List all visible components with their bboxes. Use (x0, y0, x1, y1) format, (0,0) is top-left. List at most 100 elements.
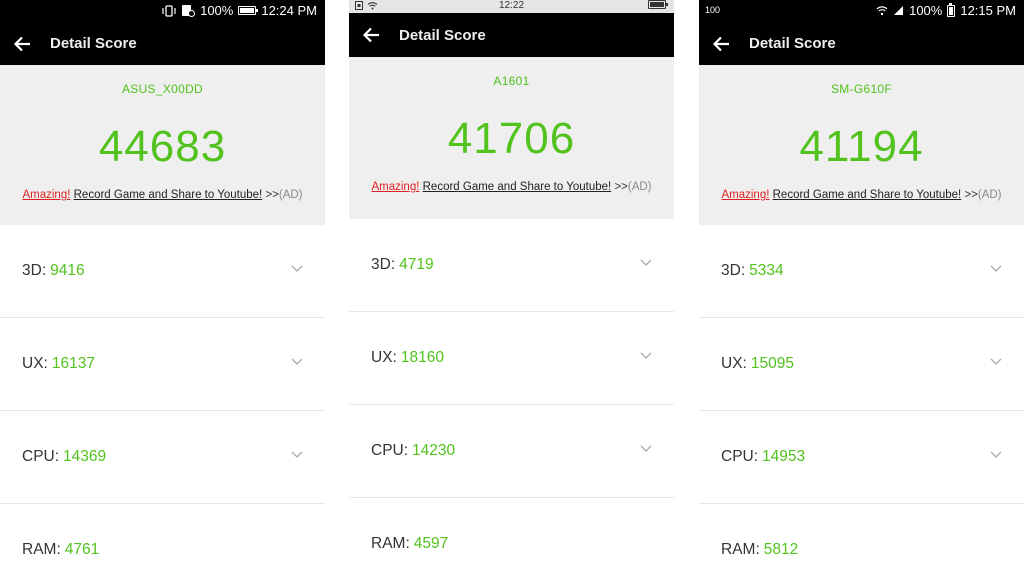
page-title: Detail Score (749, 35, 836, 52)
battery-icon (238, 6, 259, 15)
status-icons: 100% 12:24 PM (162, 3, 317, 18)
page-title: Detail Score (399, 26, 486, 44)
app-bar: Detail Score (699, 22, 1024, 65)
promo-link[interactable]: Record Game and Share to Youtube! (773, 189, 962, 201)
row-label: 3D: (721, 262, 746, 279)
score-row-cpu[interactable]: CPU: 14369 (0, 411, 325, 504)
row-label: CPU: (371, 442, 409, 459)
device-name: SM-G610F (830, 82, 893, 96)
chevron-down-icon[interactable] (291, 451, 303, 459)
row-value: 9416 (50, 262, 85, 279)
total-score: 44683 (98, 122, 227, 171)
chevron-down-icon[interactable] (291, 265, 303, 273)
ad-label: (AD) (627, 181, 652, 193)
row-value: 16137 (51, 355, 95, 372)
row-value: 14953 (762, 448, 806, 465)
app-bar: Detail Score (349, 13, 674, 57)
promo-amazing[interactable]: Amazing! (721, 189, 769, 201)
row-value: 4719 (399, 256, 434, 273)
score-row-3d[interactable]: 3D: 4719 (349, 219, 674, 312)
row-value: 18160 (400, 349, 444, 366)
score-row-ram[interactable]: RAM: 5812 (699, 504, 1024, 576)
promo-banner[interactable]: Amazing! Record Game and Share to Youtub… (349, 181, 674, 193)
battery-icon (947, 2, 956, 17)
promo-link[interactable]: Record Game and Share to Youtube! (74, 189, 263, 201)
promo-arrows: >> (265, 189, 279, 201)
total-score: 41706 (447, 114, 576, 163)
score-row-ram[interactable]: RAM: 4761 (0, 504, 325, 576)
app-bar: Detail Score (0, 22, 325, 65)
promo-amazing[interactable]: Amazing! (371, 181, 419, 193)
row-value: 4761 (64, 541, 100, 558)
score-row-ux[interactable]: UX: 15095 (699, 318, 1024, 411)
device-name: A1601 (493, 74, 530, 88)
page-title: Detail Score (50, 35, 137, 52)
chevron-down-icon[interactable] (990, 358, 1002, 366)
score-row-3d[interactable]: 3D: 9416 (0, 225, 325, 318)
clock: 12:15 PM (960, 3, 1016, 18)
row-value: 4597 (413, 535, 449, 552)
score-panel: A1601 41706 Amazing! Record Game and Sha… (349, 57, 674, 219)
device-name: ASUS_X00DD (121, 82, 204, 96)
clock: 12:24 PM (261, 3, 317, 18)
promo-banner[interactable]: Amazing! Record Game and Share to Youtub… (699, 189, 1024, 201)
row-value: 5334 (749, 262, 784, 279)
ad-label: (AD) (977, 189, 1002, 201)
promo-link[interactable]: Record Game and Share to Youtube! (423, 181, 612, 193)
chevron-down-icon[interactable] (640, 259, 652, 267)
score-row-cpu[interactable]: CPU: 14230 (349, 405, 674, 498)
phone-screen-samsung: 100 100% 12:15 PM Detail Score SM-G610F … (699, 0, 1024, 576)
battery-icon (648, 0, 668, 9)
signal-icon (894, 6, 904, 15)
phone-screen-asus: 100% 12:24 PM Detail Score ASUS_X00DD 44… (0, 0, 325, 576)
score-panel: SM-G610F 41194 Amazing! Record Game and … (699, 65, 1024, 225)
status-bar: 12:22 (349, 0, 674, 13)
score-row-ram[interactable]: RAM: 4597 (349, 498, 674, 576)
battery-saver-icon (182, 5, 196, 17)
back-arrow-icon[interactable] (0, 22, 44, 65)
row-value: 15095 (750, 355, 794, 372)
ad-label: (AD) (278, 189, 303, 201)
phone-screen-a1601: 12:22 Detail Score A1601 41706 Amazing! … (349, 0, 674, 576)
total-score: 41194 (799, 122, 924, 171)
back-arrow-icon[interactable] (349, 14, 393, 57)
vibrate-icon (162, 4, 176, 17)
row-label: RAM: (721, 541, 760, 558)
chevron-down-icon[interactable] (640, 445, 652, 453)
status-bar: 100 100% 12:15 PM (699, 0, 1024, 22)
battery-percent: 100% (200, 3, 234, 18)
row-label: UX: (371, 349, 397, 366)
row-value: 5812 (763, 541, 799, 558)
row-label: UX: (22, 355, 48, 372)
row-label: 3D: (371, 256, 396, 273)
chevron-down-icon[interactable] (291, 358, 303, 366)
back-arrow-icon[interactable] (699, 22, 743, 65)
promo-arrows: >> (614, 181, 628, 193)
row-value: 14230 (412, 442, 456, 459)
score-row-ux[interactable]: UX: 16137 (0, 318, 325, 411)
wifi-icon (876, 6, 888, 16)
clock: 12:22 (498, 0, 525, 11)
promo-banner[interactable]: Amazing! Record Game and Share to Youtub… (0, 189, 325, 201)
row-label: CPU: (721, 448, 759, 465)
row-value: 14369 (63, 448, 107, 465)
chevron-down-icon[interactable] (990, 265, 1002, 273)
score-row-cpu[interactable]: CPU: 14953 (699, 411, 1024, 504)
promo-arrows: >> (964, 189, 978, 201)
promo-amazing[interactable]: Amazing! (22, 189, 70, 201)
status-icons (648, 0, 668, 9)
status-left-text: 100 (705, 5, 721, 15)
row-label: RAM: (371, 535, 410, 552)
row-label: CPU: (22, 448, 60, 465)
row-label: RAM: (22, 541, 61, 558)
score-row-3d[interactable]: 3D: 5334 (699, 225, 1024, 318)
row-label: UX: (721, 355, 747, 372)
chevron-down-icon[interactable] (640, 352, 652, 360)
battery-percent: 100% (909, 3, 943, 18)
status-icons: 100% 12:15 PM (876, 2, 1016, 18)
chevron-down-icon[interactable] (990, 451, 1002, 459)
row-label: 3D: (22, 262, 47, 279)
status-bar: 100% 12:24 PM (0, 0, 325, 22)
score-panel: ASUS_X00DD 44683 Amazing! Record Game an… (0, 65, 325, 225)
score-row-ux[interactable]: UX: 18160 (349, 312, 674, 405)
